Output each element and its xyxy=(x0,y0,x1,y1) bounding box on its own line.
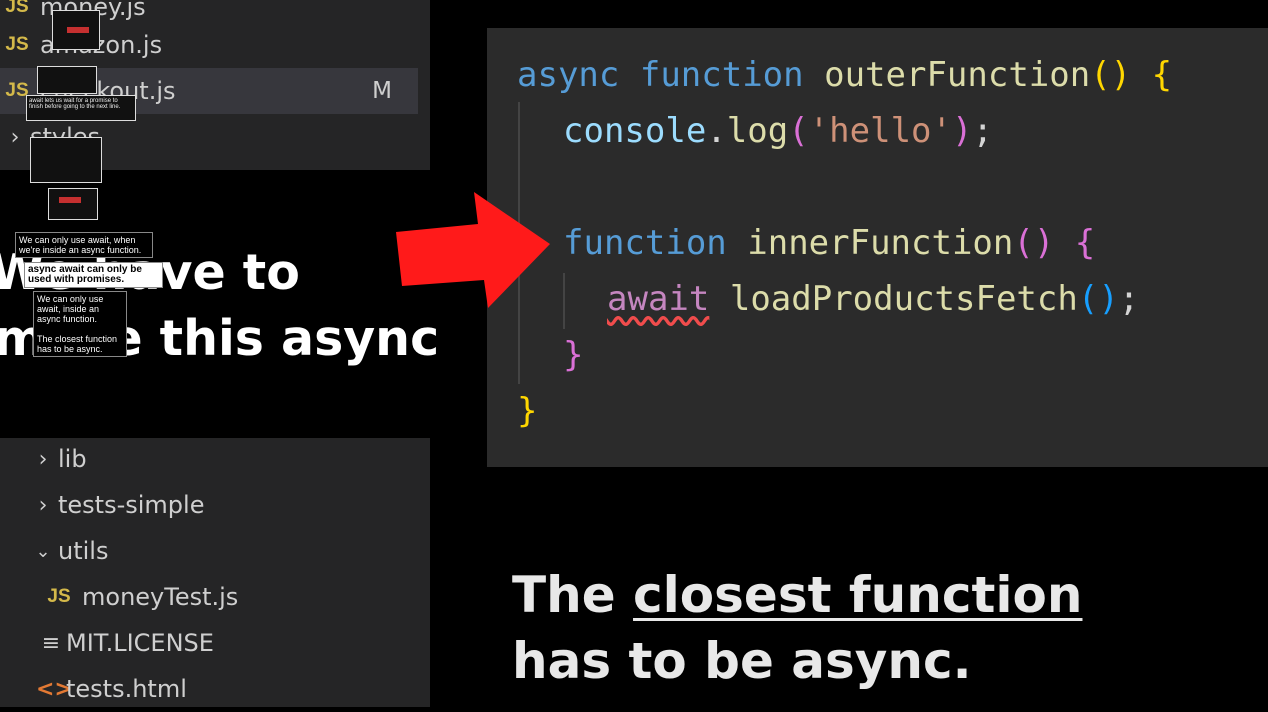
thumbnail-preview xyxy=(37,66,97,94)
caption-box: We can only use await, when we're inside… xyxy=(15,232,153,258)
indent-guide xyxy=(563,273,565,329)
js-file-icon: JS xyxy=(47,586,71,607)
chevron-right-icon: › xyxy=(38,446,48,472)
code-line-7: } xyxy=(517,391,538,431)
bottom-caption-line-1: The closest function xyxy=(512,566,1083,624)
file-item-moneytest-js[interactable]: JS moneyTest.js xyxy=(0,574,418,620)
keyword-function: function xyxy=(639,55,804,95)
file-item-mit-license[interactable]: ≡ MIT.LICENSE xyxy=(0,620,418,666)
keyword-await: await xyxy=(607,279,710,319)
caption-text: We can only use await, inside an async f… xyxy=(37,294,104,324)
code-editor-panel: async function outerFunction() { console… xyxy=(487,28,1268,467)
code-line-2: console.log('hello'); xyxy=(563,111,993,151)
caption-box: async await can only be used with promis… xyxy=(24,262,163,288)
function-name: innerFunction xyxy=(747,223,1014,263)
method-name: log xyxy=(726,111,789,151)
chevron-right-icon: › xyxy=(10,124,20,150)
thumbnail-preview xyxy=(52,10,100,50)
file-explorer-bottom: › lib › tests-simple ⌄ utils JS moneyTes… xyxy=(0,438,430,707)
code-line-4: function innerFunction() { xyxy=(563,223,1096,263)
folder-item-lib[interactable]: › lib xyxy=(0,436,418,482)
thumbnail-preview: await lets us wait for a promise to fini… xyxy=(26,95,136,121)
file-label: MIT.LICENSE xyxy=(66,629,214,657)
bottom-caption: The closest function has to be async. xyxy=(512,562,1232,694)
red-arrow-icon xyxy=(396,192,550,308)
code-line-6: } xyxy=(563,335,584,375)
bottom-caption-line-2: has to be async. xyxy=(512,632,972,690)
file-label: moneyTest.js xyxy=(82,583,239,611)
license-icon: ≡ xyxy=(41,630,61,656)
code-line-5: await loadProductsFetch(); xyxy=(607,279,1140,319)
keyword-function: function xyxy=(563,223,727,263)
caption-box: We can only use await, inside an async f… xyxy=(33,291,127,357)
code-line-1: async function outerFunction() { xyxy=(517,55,1173,95)
modified-badge: M xyxy=(372,78,392,104)
file-label: tests.html xyxy=(66,675,187,703)
file-item-tests-html[interactable]: <> tests.html xyxy=(0,666,418,712)
object-name: console xyxy=(563,111,707,151)
underlined-phrase: closest function xyxy=(633,566,1083,624)
folder-label: utils xyxy=(58,537,109,565)
keyword-async: async xyxy=(517,55,620,95)
html-icon: <> xyxy=(36,676,73,702)
chevron-right-icon: › xyxy=(38,492,48,518)
folder-item-utils[interactable]: ⌄ utils xyxy=(0,528,418,574)
js-file-icon: JS xyxy=(5,34,29,55)
js-file-icon: JS xyxy=(5,0,29,17)
folder-label: tests-simple xyxy=(58,491,205,519)
string-literal: 'hello' xyxy=(808,111,952,151)
chevron-down-icon: ⌄ xyxy=(35,540,51,562)
function-call: loadProductsFetch xyxy=(729,279,1078,319)
thumbnail-preview xyxy=(48,188,98,220)
folder-label: lib xyxy=(58,445,87,473)
function-name: outerFunction xyxy=(824,55,1091,95)
thumbnail-preview xyxy=(30,137,102,183)
folder-item-tests-simple[interactable]: › tests-simple xyxy=(0,482,418,528)
caption-text: The closest function has to be async. xyxy=(37,334,118,354)
